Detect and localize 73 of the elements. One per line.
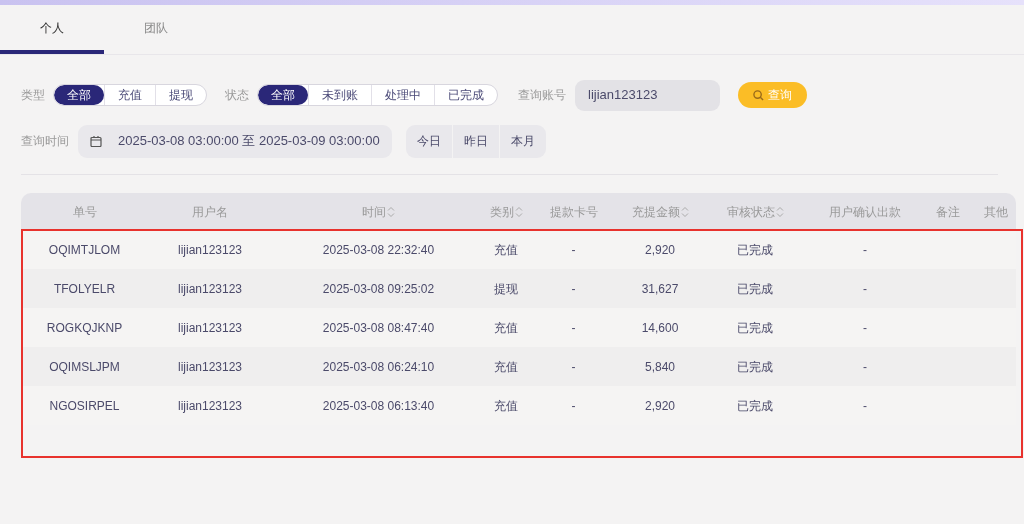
table-cell-text: 5,840 [645, 358, 675, 376]
tab[interactable]: 个人 [0, 5, 104, 54]
segment-option[interactable]: 已完成 [434, 85, 497, 105]
sort-icon[interactable] [387, 205, 395, 218]
column-header: 时间 [362, 203, 386, 221]
table-cell-text: 2025-03-08 09:25:02 [322, 280, 435, 298]
column-header: 备注 [935, 203, 960, 221]
sort-icon[interactable] [680, 205, 689, 218]
table-cell-text: lijian123123 [177, 241, 243, 259]
table-cell-text: 2025-03-08 06:13:40 [322, 397, 435, 415]
segment-option[interactable]: 处理中 [371, 85, 434, 105]
table-cell-text: OQIMSLJPM [49, 358, 120, 376]
table-cell-text: 31,627 [641, 280, 679, 298]
calendar-icon [90, 135, 102, 147]
column-header: 类别 [489, 203, 514, 221]
table-cell-text: lijian123123 [177, 280, 243, 298]
filter-label: 查询账号 [518, 87, 566, 104]
filter-label: 查询时间 [21, 133, 69, 150]
table-cell-text: - [571, 358, 576, 376]
filter-label: 类型 [21, 87, 45, 104]
table-cell-text: - [571, 280, 576, 298]
table-cell-text: - [863, 397, 867, 415]
table-cell-text: 2025-03-08 22:32:40 [322, 241, 435, 259]
column-header: 其他 [983, 203, 1008, 221]
search-icon [753, 89, 764, 101]
segment-option[interactable]: 充值 [104, 85, 155, 105]
table-cell-text: ROGKQJKNP [46, 319, 123, 337]
table-cell-text: NGOSIRPEL [49, 397, 120, 415]
table-cell-text: - [571, 397, 576, 415]
table-cell-text: 2025-03-08 08:47:40 [322, 319, 435, 337]
quick-range-button[interactable]: 今日 [405, 124, 452, 158]
table-cell-text: 已完成 [737, 397, 773, 415]
table-cell-text: - [863, 319, 867, 337]
table-cell-text: 2,920 [645, 397, 675, 415]
table-cell-text: 充值 [494, 397, 518, 415]
segment-option[interactable]: 全部 [54, 85, 104, 105]
column-header: 提款卡号 [549, 203, 598, 221]
table-cell-text: 已完成 [737, 358, 773, 376]
table-cell-text: 2,920 [645, 241, 675, 259]
table-cell-text: 提现 [494, 280, 518, 298]
table-cell-text: 充值 [494, 358, 518, 376]
table-cell-text: OQIMTJLOM [48, 241, 121, 259]
segment-option[interactable]: 全部 [258, 85, 308, 105]
table-cell-text: 已完成 [737, 280, 773, 298]
date-range-field[interactable]: 2025-03-08 03:00:00 至 2025-03-09 03:00:00 [78, 124, 392, 158]
segment-option[interactable]: 提现 [155, 85, 206, 105]
table-cell-text: - [863, 358, 867, 376]
table-cell-text: 14,600 [641, 319, 679, 337]
table-cell-text: 2025-03-08 06:24:10 [322, 358, 435, 376]
quick-range-button[interactable]: 本月 [498, 124, 546, 158]
table-cell-text: - [571, 241, 576, 259]
table-cell-text: lijian123123 [177, 397, 243, 415]
table-cell-text: - [863, 241, 867, 259]
table-cell-text: 已完成 [737, 319, 773, 337]
column-header: 用户名 [192, 203, 228, 221]
column-header: 充提金额 [631, 203, 680, 221]
filter-label: 状态 [225, 87, 249, 104]
table-cell-text: 充值 [494, 319, 518, 337]
column-header: 单号 [72, 203, 97, 221]
column-header: 用户确认出款 [829, 203, 901, 221]
table-cell-text: - [863, 280, 867, 298]
account-field[interactable]: lijian123123 [575, 79, 720, 111]
segment-option[interactable]: 未到账 [308, 85, 371, 105]
table-cell-text: 充值 [494, 241, 518, 259]
sort-icon[interactable] [775, 205, 784, 218]
quick-range-button[interactable]: 昨日 [451, 124, 499, 158]
table-cell-text: - [571, 319, 576, 337]
table-cell-text: 已完成 [737, 241, 773, 259]
sort-icon[interactable] [514, 205, 523, 218]
table-cell-text: lijian123123 [177, 319, 243, 337]
column-header: 审核状态 [726, 203, 775, 221]
table-cell-text: TFOLYELR [53, 280, 116, 298]
table-cell-text: lijian123123 [177, 358, 243, 376]
